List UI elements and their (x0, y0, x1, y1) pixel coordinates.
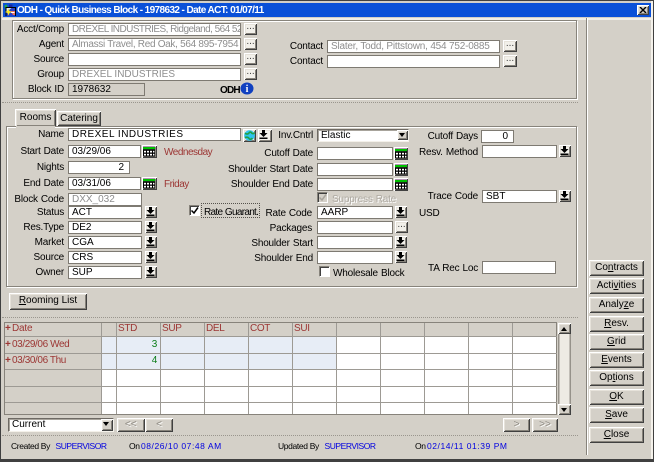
svg-text:i: i (246, 84, 249, 95)
